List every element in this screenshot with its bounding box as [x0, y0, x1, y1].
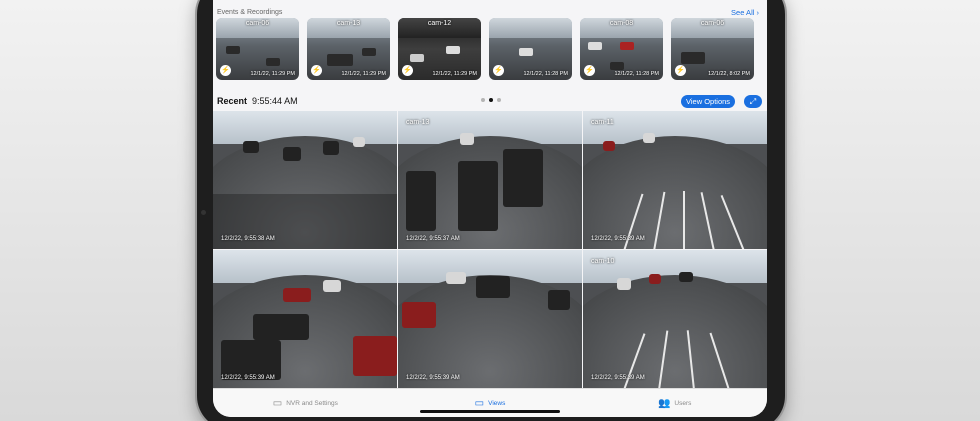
users-icon: 👥	[657, 397, 671, 409]
camera-tile[interactable]: 12/2/22, 9:55:38 AM	[213, 111, 397, 249]
motion-bolt-icon: ⚡	[220, 65, 231, 76]
tile-camera-label: cam-13	[406, 119, 430, 126]
tile-timestamp: 12/2/22, 9:55:37 AM	[406, 236, 460, 242]
camera-tile[interactable]: 12/2/22, 9:55:39 AM	[398, 250, 582, 388]
page-dot-active	[489, 98, 493, 102]
recent-time: 9:55:44 AM	[252, 96, 298, 106]
tile-camera-label: cam-10	[591, 258, 615, 265]
event-thumbnails: cam-06 ⚡ 12/1/22, 11:29 PM cam-13 ⚡ 12/1…	[216, 18, 767, 80]
monitor-icon: ▭	[474, 397, 485, 409]
camera-tile[interactable]: cam-13 12/2/22, 9:55:37 AM	[398, 111, 582, 249]
camera-tile[interactable]: cam-10 12/2/22, 9:55:39 AM	[583, 250, 767, 388]
camera-tile[interactable]: cam-11 12/2/22, 9:55:39 AM	[583, 111, 767, 249]
tile-timestamp: 12/2/22, 9:55:39 AM	[591, 375, 645, 381]
nvr-icon: ▭	[272, 397, 283, 409]
tab-label: Users	[674, 399, 692, 407]
thumbnail-time: 12/1/22, 11:29 PM	[341, 71, 386, 77]
thumbnail-camera-label: cam-13	[336, 20, 361, 27]
front-camera-dot	[201, 210, 206, 215]
motion-bolt-icon: ⚡	[493, 65, 504, 76]
thumbnail-time: 12/1/22, 8:02 PM	[708, 71, 750, 77]
event-thumbnail[interactable]: cam-12 ⚡ 12/1/22, 11:29 PM	[398, 18, 481, 80]
motion-bolt-icon: ⚡	[402, 65, 413, 76]
event-thumbnail[interactable]: ⚡ 12/1/22, 11:28 PM	[489, 18, 572, 80]
thumbnail-camera-label: cam-08	[609, 20, 634, 27]
page-indicator[interactable]	[481, 98, 501, 102]
recent-heading: Recent 9:55:44 AM	[217, 96, 298, 106]
thumbnail-time: 12/1/22, 11:29 PM	[432, 71, 477, 77]
motion-bolt-icon: ⚡	[311, 65, 322, 76]
camera-tile[interactable]: 12/2/22, 9:55:39 AM	[213, 250, 397, 388]
tab-users[interactable]: 👥 Users	[582, 389, 767, 417]
view-options-button[interactable]: View Options	[681, 95, 736, 108]
recent-label: Recent	[217, 96, 248, 106]
tile-timestamp: 12/2/22, 9:55:39 AM	[221, 375, 275, 381]
tile-timestamp: 12/2/22, 9:55:39 AM	[591, 236, 645, 242]
page-dot	[481, 98, 485, 102]
page-dot	[497, 98, 501, 102]
app-screen: Events & Recordings See All › cam-06 ⚡ 1…	[213, 0, 767, 417]
motion-bolt-icon: ⚡	[584, 65, 595, 76]
expand-arrows-icon[interactable]: ⤢	[744, 95, 762, 108]
see-all-link[interactable]: See All ›	[731, 8, 759, 17]
tile-camera-label: cam-11	[591, 119, 614, 126]
camera-grid: 12/2/22, 9:55:38 AM cam-13 12/2/22, 9:55…	[213, 111, 767, 388]
event-thumbnail[interactable]: cam-06 ⚡ 12/1/22, 8:02 PM	[671, 18, 754, 80]
home-indicator[interactable]	[420, 410, 560, 413]
thumbnail-time: 12/1/22, 11:28 PM	[614, 71, 659, 77]
thumbnail-time: 12/1/22, 11:29 PM	[250, 71, 295, 77]
tab-nvr-and-settings[interactable]: ▭ NVR and Settings	[213, 389, 398, 417]
tile-timestamp: 12/2/22, 9:55:38 AM	[221, 236, 275, 242]
tab-label: NVR and Settings	[286, 399, 338, 407]
events-header: Events & Recordings See All ›	[217, 6, 759, 18]
tab-bar: ▭ NVR and Settings ▭ Views 👥 Users	[213, 388, 767, 417]
event-thumbnail[interactable]: cam-08 ⚡ 12/1/22, 11:28 PM	[580, 18, 663, 80]
motion-bolt-icon: ⚡	[675, 65, 686, 76]
tile-timestamp: 12/2/22, 9:55:39 AM	[406, 375, 460, 381]
event-thumbnail[interactable]: cam-13 ⚡ 12/1/22, 11:29 PM	[307, 18, 390, 80]
events-title: Events & Recordings	[217, 8, 283, 16]
thumbnail-camera-label: cam-06	[700, 20, 725, 27]
thumbnail-time: 12/1/22, 11:28 PM	[523, 71, 568, 77]
thumbnail-camera-label: cam-06	[245, 20, 270, 27]
tab-label: Views	[488, 399, 506, 407]
thumbnail-camera-label: cam-12	[427, 20, 452, 27]
event-thumbnail[interactable]: cam-06 ⚡ 12/1/22, 11:29 PM	[216, 18, 299, 80]
